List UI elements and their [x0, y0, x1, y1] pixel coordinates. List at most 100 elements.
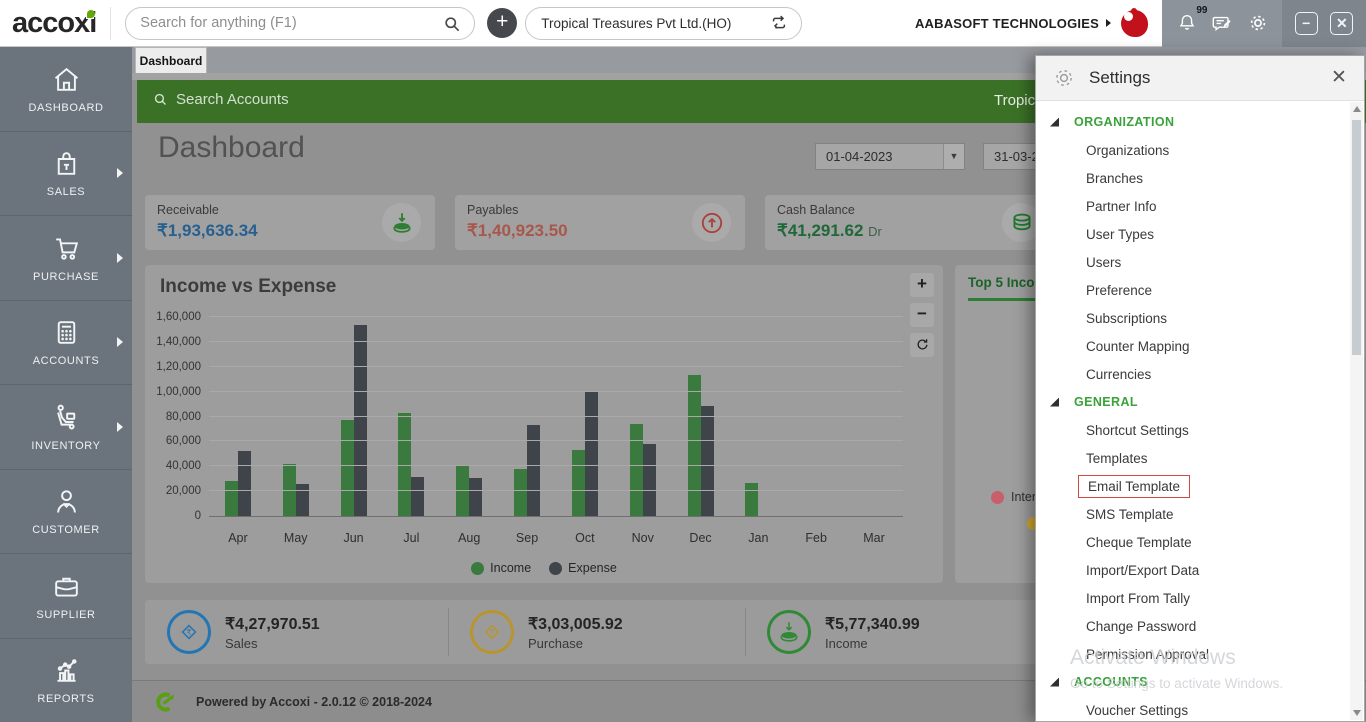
scroll-down-arrow-icon[interactable]	[1353, 710, 1361, 716]
supplier-briefcase-icon	[51, 571, 82, 602]
sidebar-item-supplier[interactable]: SUPPLIER	[0, 554, 132, 639]
topbar-icon-strip: 99	[1162, 0, 1282, 47]
x-axis-label: Mar	[845, 531, 903, 545]
settings-item-label: Voucher Settings	[1086, 703, 1188, 718]
zoom-in-button[interactable]: +	[910, 273, 934, 297]
settings-item-import-export-data[interactable]: Import/Export Data	[1036, 556, 1364, 584]
sidebar-item-dashboard[interactable]: DASHBOARD	[0, 47, 132, 132]
settings-scrollbar[interactable]	[1350, 102, 1363, 720]
bar-group-sep	[498, 317, 556, 516]
company-selector[interactable]: Tropical Treasures Pvt Ltd.(HO)	[525, 7, 802, 40]
search-icon[interactable]	[442, 14, 462, 34]
sidebar-item-purchase[interactable]: PURCHASE	[0, 216, 132, 301]
legend-item-expense: Expense	[549, 561, 617, 575]
settings-item-counter-mapping[interactable]: Counter Mapping	[1036, 332, 1364, 360]
summary-card-receivable[interactable]: Receivable₹1,93,636.34	[145, 195, 435, 250]
total-purchase[interactable]: ₹₹3,03,005.92Purchase	[448, 600, 745, 664]
totals-row: ₹₹4,27,970.51Sales₹₹3,03,005.92Purchase₹…	[145, 600, 1055, 664]
settings-section-organization[interactable]: ORGANIZATION	[1036, 108, 1364, 136]
card-value: ₹1,93,636.34	[157, 221, 258, 241]
settings-gear-icon[interactable]	[1247, 12, 1269, 34]
settings-item-voucher-settings[interactable]: Voucher Settings	[1036, 696, 1364, 722]
pie-legend-dot-icon	[991, 491, 1004, 504]
total-sales[interactable]: ₹₹4,27,970.51Sales	[145, 600, 448, 664]
card-label: Payables	[467, 203, 518, 217]
settings-section-accounts[interactable]: ACCOUNTS	[1036, 668, 1364, 696]
date-from-dropdown-icon[interactable]: ▼	[943, 144, 964, 169]
svg-text:₹: ₹	[186, 628, 191, 637]
sidebar-item-sales[interactable]: SALES	[0, 132, 132, 217]
global-search-input[interactable]	[140, 15, 440, 31]
rupee-diamond-icon: ₹	[479, 619, 505, 645]
settings-item-email-template[interactable]: Email Template	[1036, 472, 1364, 500]
coin-down-icon	[776, 619, 802, 645]
y-axis-tick-label: 1,00,000	[141, 386, 201, 398]
company-name: Tropical Treasures Pvt Ltd.(HO)	[541, 16, 731, 31]
scrollbar-thumb[interactable]	[1352, 120, 1361, 355]
user-avatar[interactable]	[1121, 10, 1148, 37]
global-search[interactable]	[125, 7, 475, 40]
total-income[interactable]: ₹5,77,340.99Income	[745, 600, 1055, 664]
section-expand-icon[interactable]	[1050, 678, 1059, 687]
bar-group-nov	[614, 317, 672, 516]
settings-item-label: Shortcut Settings	[1086, 423, 1189, 438]
sidebar-item-reports[interactable]: REPORTS	[0, 639, 132, 722]
sidebar-item-label: SUPPLIER	[36, 609, 95, 621]
section-expand-icon[interactable]	[1050, 118, 1059, 127]
chevron-right-icon	[117, 337, 123, 347]
page-title: Dashboard	[158, 131, 305, 165]
settings-item-templates[interactable]: Templates	[1036, 444, 1364, 472]
settings-item-change-password[interactable]: Change Password	[1036, 612, 1364, 640]
settings-item-users[interactable]: Users	[1036, 248, 1364, 276]
summary-card-payables[interactable]: Payables₹1,40,923.50	[455, 195, 745, 250]
bar-group-feb	[787, 317, 845, 516]
settings-item-shortcut-settings[interactable]: Shortcut Settings	[1036, 416, 1364, 444]
settings-item-sms-template[interactable]: SMS Template	[1036, 500, 1364, 528]
date-from-value: 01-04-2023	[816, 149, 943, 164]
account-name[interactable]: AABASOFT TECHNOLOGIES	[915, 16, 1099, 31]
card-value-suffix: Dr	[868, 224, 882, 239]
settings-item-label: Organizations	[1086, 143, 1169, 158]
chevron-right-icon	[117, 168, 123, 178]
sidebar-item-accounts[interactable]: ACCOUNTS	[0, 301, 132, 386]
settings-item-label: Templates	[1086, 451, 1148, 466]
settings-close-icon[interactable]: ✕	[1328, 66, 1350, 89]
settings-item-partner-info[interactable]: Partner Info	[1036, 192, 1364, 220]
sidebar-item-customer[interactable]: CUSTOMER	[0, 470, 132, 555]
scroll-up-arrow-icon[interactable]	[1353, 106, 1361, 112]
notifications-bell-icon[interactable]: 99	[1176, 12, 1198, 34]
sidebar-item-inventory[interactable]: INVENTORY	[0, 385, 132, 470]
x-axis-label: Sep	[498, 531, 556, 545]
section-expand-icon[interactable]	[1050, 398, 1059, 407]
feedback-message-icon[interactable]	[1211, 12, 1233, 34]
refresh-chart-button[interactable]	[910, 333, 934, 357]
tab-dashboard[interactable]: Dashboard	[135, 47, 207, 73]
settings-item-permission-approval[interactable]: Permission Approval	[1036, 640, 1364, 668]
logo-green-dot	[87, 10, 95, 18]
switch-company-icon[interactable]	[769, 13, 789, 33]
expense-bar-dec	[701, 406, 714, 516]
bar-group-may	[267, 317, 325, 516]
settings-section-general[interactable]: GENERAL	[1036, 388, 1364, 416]
settings-item-organizations[interactable]: Organizations	[1036, 136, 1364, 164]
total-amount: ₹3,03,005.92	[528, 614, 623, 634]
search-accounts[interactable]: Search Accounts	[152, 91, 289, 108]
settings-item-currencies[interactable]: Currencies	[1036, 360, 1364, 388]
close-button[interactable]: ✕	[1330, 12, 1353, 35]
bar-group-dec	[672, 317, 730, 516]
footer-version-text: Powered by Accoxi - 2.0.12 © 2018-2024	[196, 695, 432, 709]
settings-item-branches[interactable]: Branches	[1036, 164, 1364, 192]
zoom-out-button[interactable]: −	[910, 303, 934, 327]
settings-item-preference[interactable]: Preference	[1036, 276, 1364, 304]
settings-item-cheque-template[interactable]: Cheque Template	[1036, 528, 1364, 556]
quick-add-button[interactable]: +	[487, 8, 517, 38]
settings-item-subscriptions[interactable]: Subscriptions	[1036, 304, 1364, 332]
section-label: GENERAL	[1074, 395, 1138, 409]
settings-item-import-from-tally[interactable]: Import From Tally	[1036, 584, 1364, 612]
summary-card-cash-balance[interactable]: Cash Balance₹41,291.62 Dr	[765, 195, 1055, 250]
date-from-field[interactable]: 01-04-2023 ▼	[815, 143, 965, 170]
y-axis-tick-label: 1,60,000	[141, 311, 201, 323]
y-axis-tick-label: 0	[141, 510, 201, 522]
minimize-button[interactable]: −	[1295, 12, 1318, 35]
settings-item-user-types[interactable]: User Types	[1036, 220, 1364, 248]
